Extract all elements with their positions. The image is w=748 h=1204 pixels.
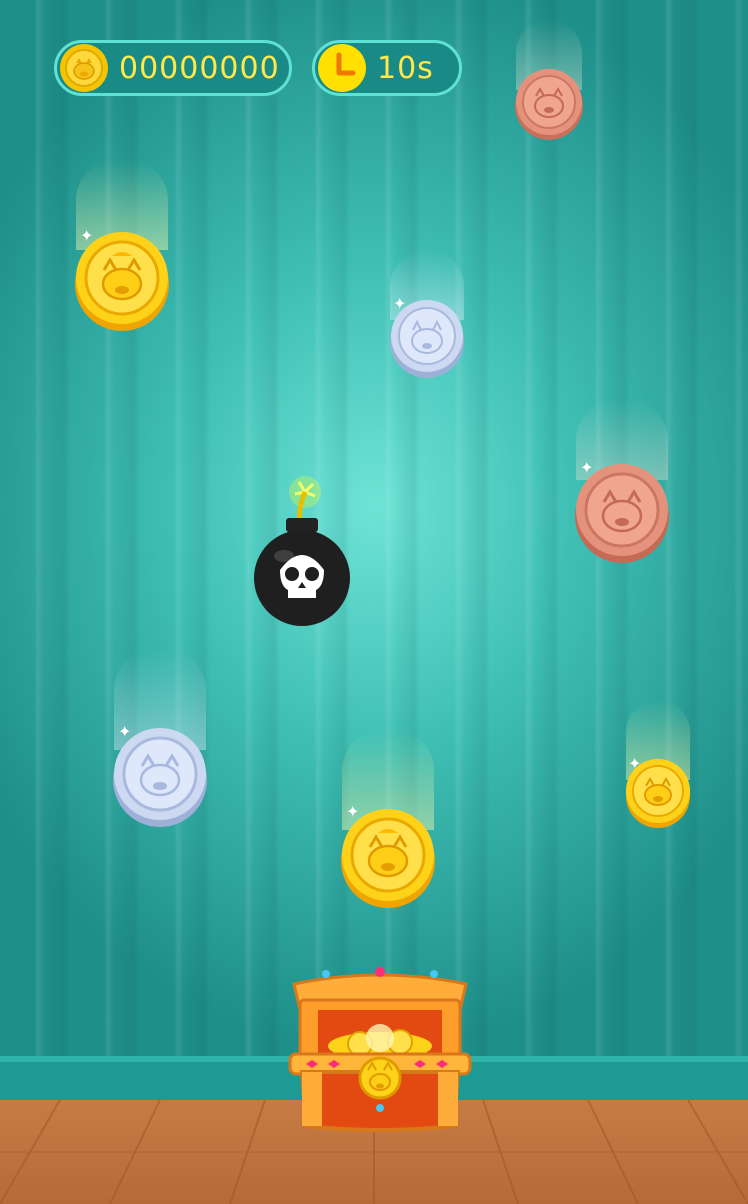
sparkle-icon: ✦ — [80, 226, 94, 245]
score-panel: 00000000 — [54, 40, 292, 96]
bronze-coin[interactable] — [514, 66, 584, 140]
game-stage[interactable]: 00000000 10s ✦ ✦ ✦ ✦ ✦ ✦ — [0, 0, 748, 1204]
timer-value: 10s — [377, 50, 434, 86]
sparkle-icon: ✦ — [118, 722, 132, 741]
score-value: 00000000 — [119, 50, 280, 86]
silver-coin[interactable] — [112, 726, 208, 828]
skull-bomb[interactable] — [250, 470, 354, 630]
sparkle-icon: ✦ — [393, 294, 407, 313]
pig-coin-icon — [60, 44, 108, 92]
sparkle-icon: ✦ — [346, 802, 360, 821]
clock-icon — [318, 44, 366, 92]
treasure-chest[interactable] — [288, 966, 472, 1136]
bronze-coin[interactable] — [574, 462, 670, 564]
gold-coin[interactable] — [340, 806, 436, 910]
gold-coin[interactable] — [74, 230, 170, 332]
sparkle-icon: ✦ — [628, 754, 642, 773]
timer-panel: 10s — [312, 40, 462, 96]
sparkle-icon: ✦ — [580, 458, 594, 477]
